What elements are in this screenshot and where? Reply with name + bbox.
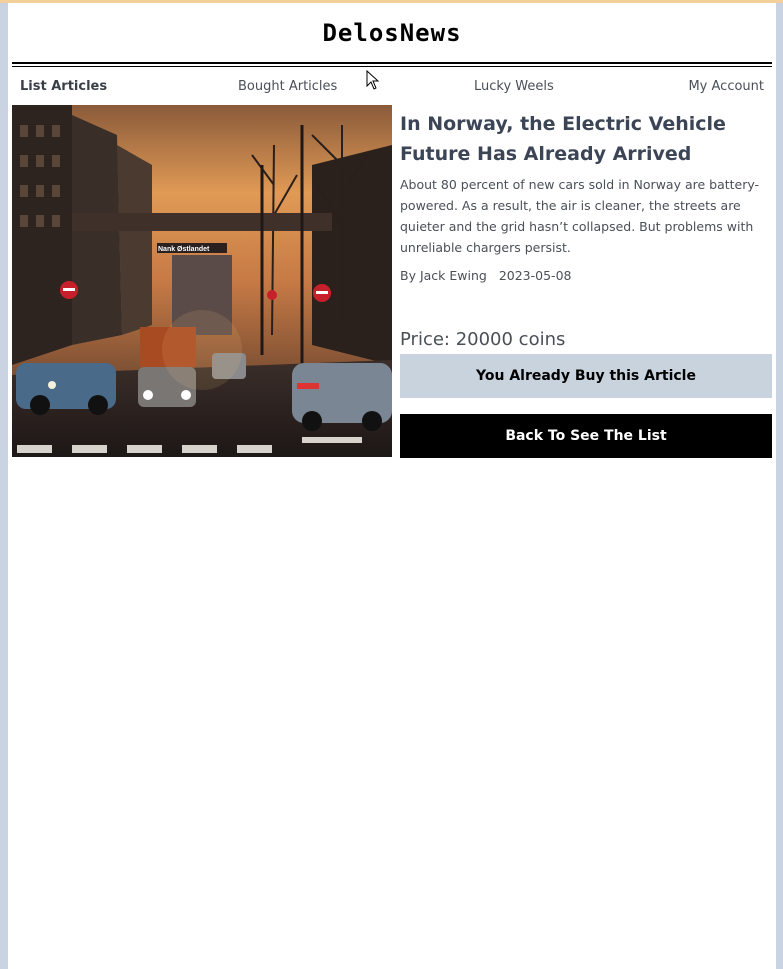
main-nav: List Articles Bought Articles Lucky Weel… (8, 79, 776, 99)
header-divider-thin (12, 66, 772, 67)
site-logo[interactable]: DelosNews (8, 19, 776, 47)
article-image: Nank Østlandet (12, 105, 392, 457)
nav-lucky-weels[interactable]: Lucky Weels (474, 79, 554, 94)
already-bought-button[interactable]: You Already Buy this Article (400, 354, 772, 398)
article-meta: By Jack Ewing 2023-05-08 (400, 268, 579, 283)
article-summary: About 80 percent of new cars sold in Nor… (400, 177, 760, 255)
nav-list-articles[interactable]: List Articles (20, 79, 107, 94)
article-date: 2023-05-08 (498, 268, 572, 283)
header-divider (12, 62, 772, 64)
street-photo-illustration: Nank Østlandet (12, 105, 392, 457)
back-to-list-button[interactable]: Back To See The List (400, 414, 772, 458)
nav-bought-articles[interactable]: Bought Articles (238, 79, 337, 94)
mouse-cursor-icon (366, 70, 380, 90)
article-price: Price: 20000 coins (400, 329, 566, 350)
nav-my-account[interactable]: My Account (688, 79, 764, 94)
sign-text: Nank Østlandet (158, 246, 210, 253)
article-title: In Norway, the Electric Vehicle Future H… (400, 113, 726, 165)
page-container: DelosNews List Articles Bought Articles … (8, 3, 776, 969)
article-author: By Jack Ewing (400, 268, 487, 283)
